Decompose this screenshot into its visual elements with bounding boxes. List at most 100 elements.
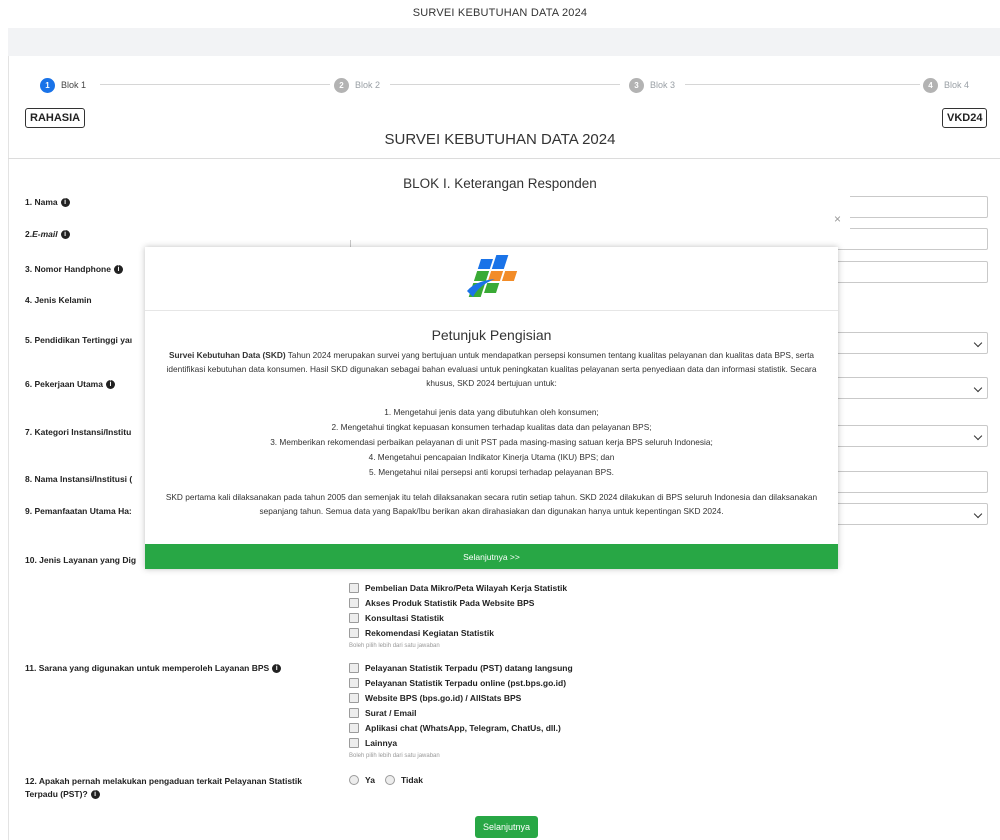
selanjutnya-button[interactable]: Selanjutnya <box>475 816 539 838</box>
checkbox[interactable] <box>349 612 359 623</box>
question-kategori-instansi-label: 7. Kategori Instansi/Institu <box>25 427 131 437</box>
question-text: 11. Sarana yang digunakan untuk memperol… <box>25 663 270 673</box>
radio-tidak[interactable] <box>384 775 395 785</box>
modal-intro: Survei Kebutuhan Data (SKD) Tahun 2024 m… <box>157 348 826 390</box>
checkbox-label: Konsultasi Statistik <box>365 612 444 623</box>
info-icon[interactable]: i <box>90 790 100 799</box>
question-pendidikan-label: 5. Pendidikan Tertinggi yaı <box>25 335 132 345</box>
checkbox-option[interactable]: Akses Produk Statistik Pada Website BPS <box>349 595 567 610</box>
question-text: 7. Kategori Instansi/Institu <box>25 427 132 437</box>
checkbox-label: Pelayanan Statistik Terpadu online (pst.… <box>365 677 567 688</box>
checkbox-option[interactable]: Pelayanan Statistik Terpadu (PST) datang… <box>349 660 573 675</box>
question-text: 6. Pekerjaan Utama <box>25 379 103 389</box>
header-divider <box>8 158 1000 159</box>
question-nama-label: 1. Nama i <box>25 197 70 207</box>
sarana-hint: Boleh pilih lebih dari satu jawaban <box>349 753 440 759</box>
radio-tidak-label: Tidak <box>400 775 423 785</box>
info-icon[interactable]: i <box>105 379 115 389</box>
checkbox[interactable] <box>349 737 359 748</box>
question-text: 4. Jenis Kelamin <box>25 295 92 305</box>
step-number-4: 4 <box>923 77 938 93</box>
question-jenis-kelamin-label: 4. Jenis Kelamin <box>25 295 92 305</box>
checkbox[interactable] <box>349 662 359 673</box>
info-icon[interactable]: i <box>272 663 282 673</box>
question-text-em: E-mail <box>32 229 58 239</box>
checkbox[interactable] <box>349 707 359 718</box>
step-blok-2[interactable]: 2 Blok 2 <box>334 76 387 94</box>
info-icon[interactable]: i <box>60 197 70 207</box>
question-text: 9. Pemanfaatan Utama Ha: <box>25 506 132 516</box>
question-text: 1. Nama <box>25 197 58 207</box>
modal-closing: SKD pertama kali dilaksanakan pada tahun… <box>165 492 818 516</box>
checkbox-option[interactable]: Rekomendasi Kegiatan Statistik <box>349 625 567 640</box>
checkbox-option[interactable]: Pelayanan Statistik Terpadu online (pst.… <box>349 675 573 690</box>
question-handphone-label: 3. Nomor Handphone i <box>25 264 123 274</box>
step-label-3: Blok 3 <box>650 80 676 90</box>
question-pengaduan-label: 12. Apakah pernah melakukan pengaduan te… <box>25 775 302 801</box>
radio-ya-label: Ya <box>365 775 375 785</box>
question-text: 10. Jenis Layanan yang Dig <box>25 555 137 565</box>
layanan-hint: Boleh pilih lebih dari satu jawaban <box>349 643 440 649</box>
modal-goals-list: 1. Mengetahui jenis data yang dibutuhkan… <box>157 405 826 480</box>
checkbox-option[interactable]: Lainnya <box>349 735 573 750</box>
modal-logo-area <box>145 247 838 311</box>
checkbox-option[interactable]: Pembelian Data Mikro/Peta Wilayah Kerja … <box>349 580 567 595</box>
top-band <box>8 28 1000 56</box>
goal-item: 1. Mengetahui jenis data yang dibutuhkan… <box>384 407 599 417</box>
question-pemanfaatan-label: 9. Pemanfaatan Utama Ha: <box>25 506 132 516</box>
checkbox[interactable] <box>349 597 359 608</box>
checkbox[interactable] <box>349 692 359 703</box>
modal-next-button[interactable]: Selanjutnya >> <box>145 544 838 569</box>
checkbox[interactable] <box>349 627 359 638</box>
step-number-1: 1 <box>40 77 55 93</box>
survey-title: SURVEI KEBUTUHAN DATA 2024 <box>384 131 616 148</box>
step-connector <box>685 84 920 85</box>
checkbox-option[interactable]: Aplikasi chat (WhatsApp, Telegram, ChatU… <box>349 720 573 735</box>
question-nama-instansi-label: 8. Nama Instansi/Institusi ( <box>25 474 132 484</box>
page-title: SURVEI KEBUTUHAN DATA 2024 <box>412 7 588 19</box>
info-icon[interactable]: i <box>113 264 123 274</box>
step-blok-4[interactable]: 4 Blok 4 <box>923 76 976 94</box>
checkbox-option[interactable]: Konsultasi Statistik <box>349 610 567 625</box>
checkbox-label: Aplikasi chat (WhatsApp, Telegram, ChatU… <box>365 722 561 733</box>
checkbox[interactable] <box>349 582 359 593</box>
question-text: 2. <box>25 229 33 239</box>
checkbox-label: Akses Produk Statistik Pada Website BPS <box>365 597 535 608</box>
checkbox-label: Surat / Email <box>365 707 417 718</box>
radio-ya[interactable] <box>349 775 359 785</box>
close-icon[interactable]: × <box>834 212 841 226</box>
stepper: 1 Blok 1 2 Blok 2 3 Blok 3 4 Blok 4 <box>40 76 980 94</box>
step-label-2: Blok 2 <box>355 80 381 90</box>
step-blok-1[interactable]: 1 Blok 1 <box>40 76 93 94</box>
question-sarana-label: 11. Sarana yang digunakan untuk memperol… <box>25 663 282 673</box>
question-pekerjaan-label: 6. Pekerjaan Utama i <box>25 379 115 389</box>
question-text: 3. Nomor Handphone <box>25 264 111 274</box>
checkbox[interactable] <box>349 677 359 688</box>
checkbox-label: Rekomendasi Kegiatan Statistik <box>365 627 494 638</box>
question-text-line2: Terpadu (PST)? <box>25 789 88 799</box>
checkbox-label: Lainnya <box>365 737 398 748</box>
goal-item: 2. Mengetahui tingkat kepuasan konsumen … <box>331 422 652 432</box>
bps-logo <box>467 255 518 297</box>
step-label-4: Blok 4 <box>944 80 970 90</box>
goal-item: 4. Mengetahui pencapaian Indikator Kiner… <box>368 452 615 462</box>
checkbox-option[interactable]: Website BPS (bps.go.id) / AllStats BPS <box>349 690 573 705</box>
info-icon[interactable]: i <box>60 229 70 239</box>
jenis-layanan-options: Pembelian Data Mikro/Peta Wilayah Kerja … <box>349 580 567 640</box>
step-connector <box>390 84 620 85</box>
modal-backdrop <box>135 196 850 240</box>
checkbox-label: Pelayanan Statistik Terpadu (PST) datang… <box>365 662 573 673</box>
question-email-label: 2. E-mail i <box>25 229 70 239</box>
step-number-2: 2 <box>334 77 349 93</box>
blok-title: BLOK I. Keterangan Responden <box>403 176 597 191</box>
checkbox-label: Pembelian Data Mikro/Peta Wilayah Kerja … <box>365 582 568 593</box>
checkbox-option[interactable]: Surat / Email <box>349 705 573 720</box>
step-blok-3[interactable]: 3 Blok 3 <box>629 76 682 94</box>
petunjuk-modal: Petunjuk Pengisian Survei Kebutuhan Data… <box>145 247 838 569</box>
rahasia-tag: RAHASIA <box>25 108 86 128</box>
step-connector <box>100 84 330 85</box>
form-code-tag: VKD24 <box>942 108 988 128</box>
checkbox[interactable] <box>349 722 359 733</box>
sarana-options: Pelayanan Statistik Terpadu (PST) datang… <box>349 660 573 750</box>
pengaduan-radio-group: Ya Tidak <box>349 775 423 785</box>
